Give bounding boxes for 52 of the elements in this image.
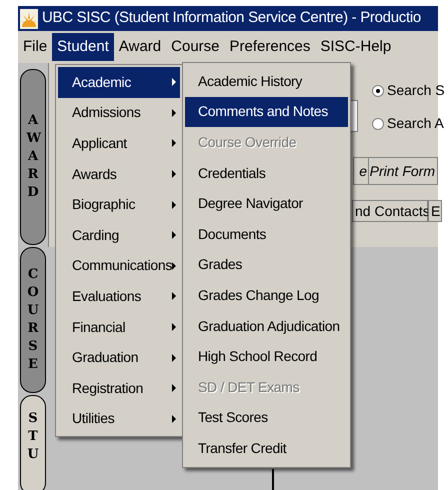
- form-tab[interactable]: nd Contacts: [352, 200, 428, 222]
- submenu-arrow-icon: [172, 108, 176, 117]
- menu-item[interactable]: Graduation: [58, 342, 180, 373]
- menu-item[interactable]: Communications: [58, 250, 180, 282]
- menu-item[interactable]: Grades Change Log: [185, 280, 348, 311]
- menu-item[interactable]: Test Scores: [185, 402, 348, 434]
- menu-item[interactable]: Evaluations: [58, 281, 180, 312]
- menu-item[interactable]: Documents: [185, 218, 348, 250]
- menu-item[interactable]: Preferences: [224, 33, 316, 61]
- form-tab[interactable]: E: [428, 200, 442, 222]
- divider-line: [272, 469, 274, 490]
- sun-logo-icon: [20, 8, 38, 28]
- side-tab[interactable]: STU: [20, 395, 46, 490]
- submenu-arrow-icon: [172, 354, 176, 362]
- window-title: UBC SISC (Student Information Service Centre) - Productio: [42, 8, 421, 28]
- menu-item[interactable]: Credentials: [185, 158, 348, 188]
- menu-item[interactable]: Transfer Credit: [185, 433, 348, 464]
- menu-item[interactable]: Degree Navigator: [185, 188, 348, 219]
- menu-item[interactable]: Admissions: [58, 98, 180, 128]
- submenu-arrow-icon: [172, 200, 176, 209]
- submenu-arrow-icon: [172, 170, 176, 178]
- menu-item[interactable]: File: [18, 33, 52, 61]
- menu-item[interactable]: Student: [52, 33, 114, 61]
- radio-label: Search S: [387, 81, 445, 100]
- submenu-arrow-icon: [172, 323, 176, 332]
- submenu-arrow-icon: [172, 414, 176, 423]
- menu-item[interactable]: Utilities: [58, 404, 180, 434]
- radio-label: Search A: [387, 114, 444, 133]
- menu-item[interactable]: Registration: [58, 372, 180, 404]
- side-tab[interactable]: COURSE: [20, 247, 46, 393]
- menu-item[interactable]: Comments and Notes: [185, 96, 348, 128]
- submenu-arrow-icon: [172, 262, 176, 270]
- side-tab[interactable]: AWARD: [20, 69, 46, 245]
- menu-item[interactable]: Applicant: [58, 128, 180, 159]
- submenu-arrow-icon: [172, 139, 176, 148]
- menu-item[interactable]: Award: [114, 33, 166, 61]
- submenu-arrow-icon: [172, 292, 176, 300]
- submenu-arrow-icon: [172, 384, 176, 392]
- menu-item[interactable]: Academic History: [185, 66, 348, 97]
- submenu-arrow-icon: [172, 78, 176, 86]
- menu-item[interactable]: Awards: [58, 158, 180, 190]
- menu-item[interactable]: Carding: [58, 220, 180, 251]
- menu-item[interactable]: High School Record: [185, 341, 348, 372]
- menu-item[interactable]: Academic: [58, 67, 180, 98]
- form-button[interactable]: Print Form: [368, 157, 438, 185]
- menu-item[interactable]: Financial: [58, 312, 180, 342]
- menu-item[interactable]: SISC-Help: [315, 33, 396, 61]
- menu-item[interactable]: Grades: [185, 250, 348, 280]
- menu-item[interactable]: Graduation Adjudication: [185, 310, 348, 342]
- submenu-arrow-icon: [172, 231, 176, 240]
- menu-item[interactable]: Biographic: [58, 189, 180, 220]
- menu-item[interactable]: Course: [166, 33, 224, 61]
